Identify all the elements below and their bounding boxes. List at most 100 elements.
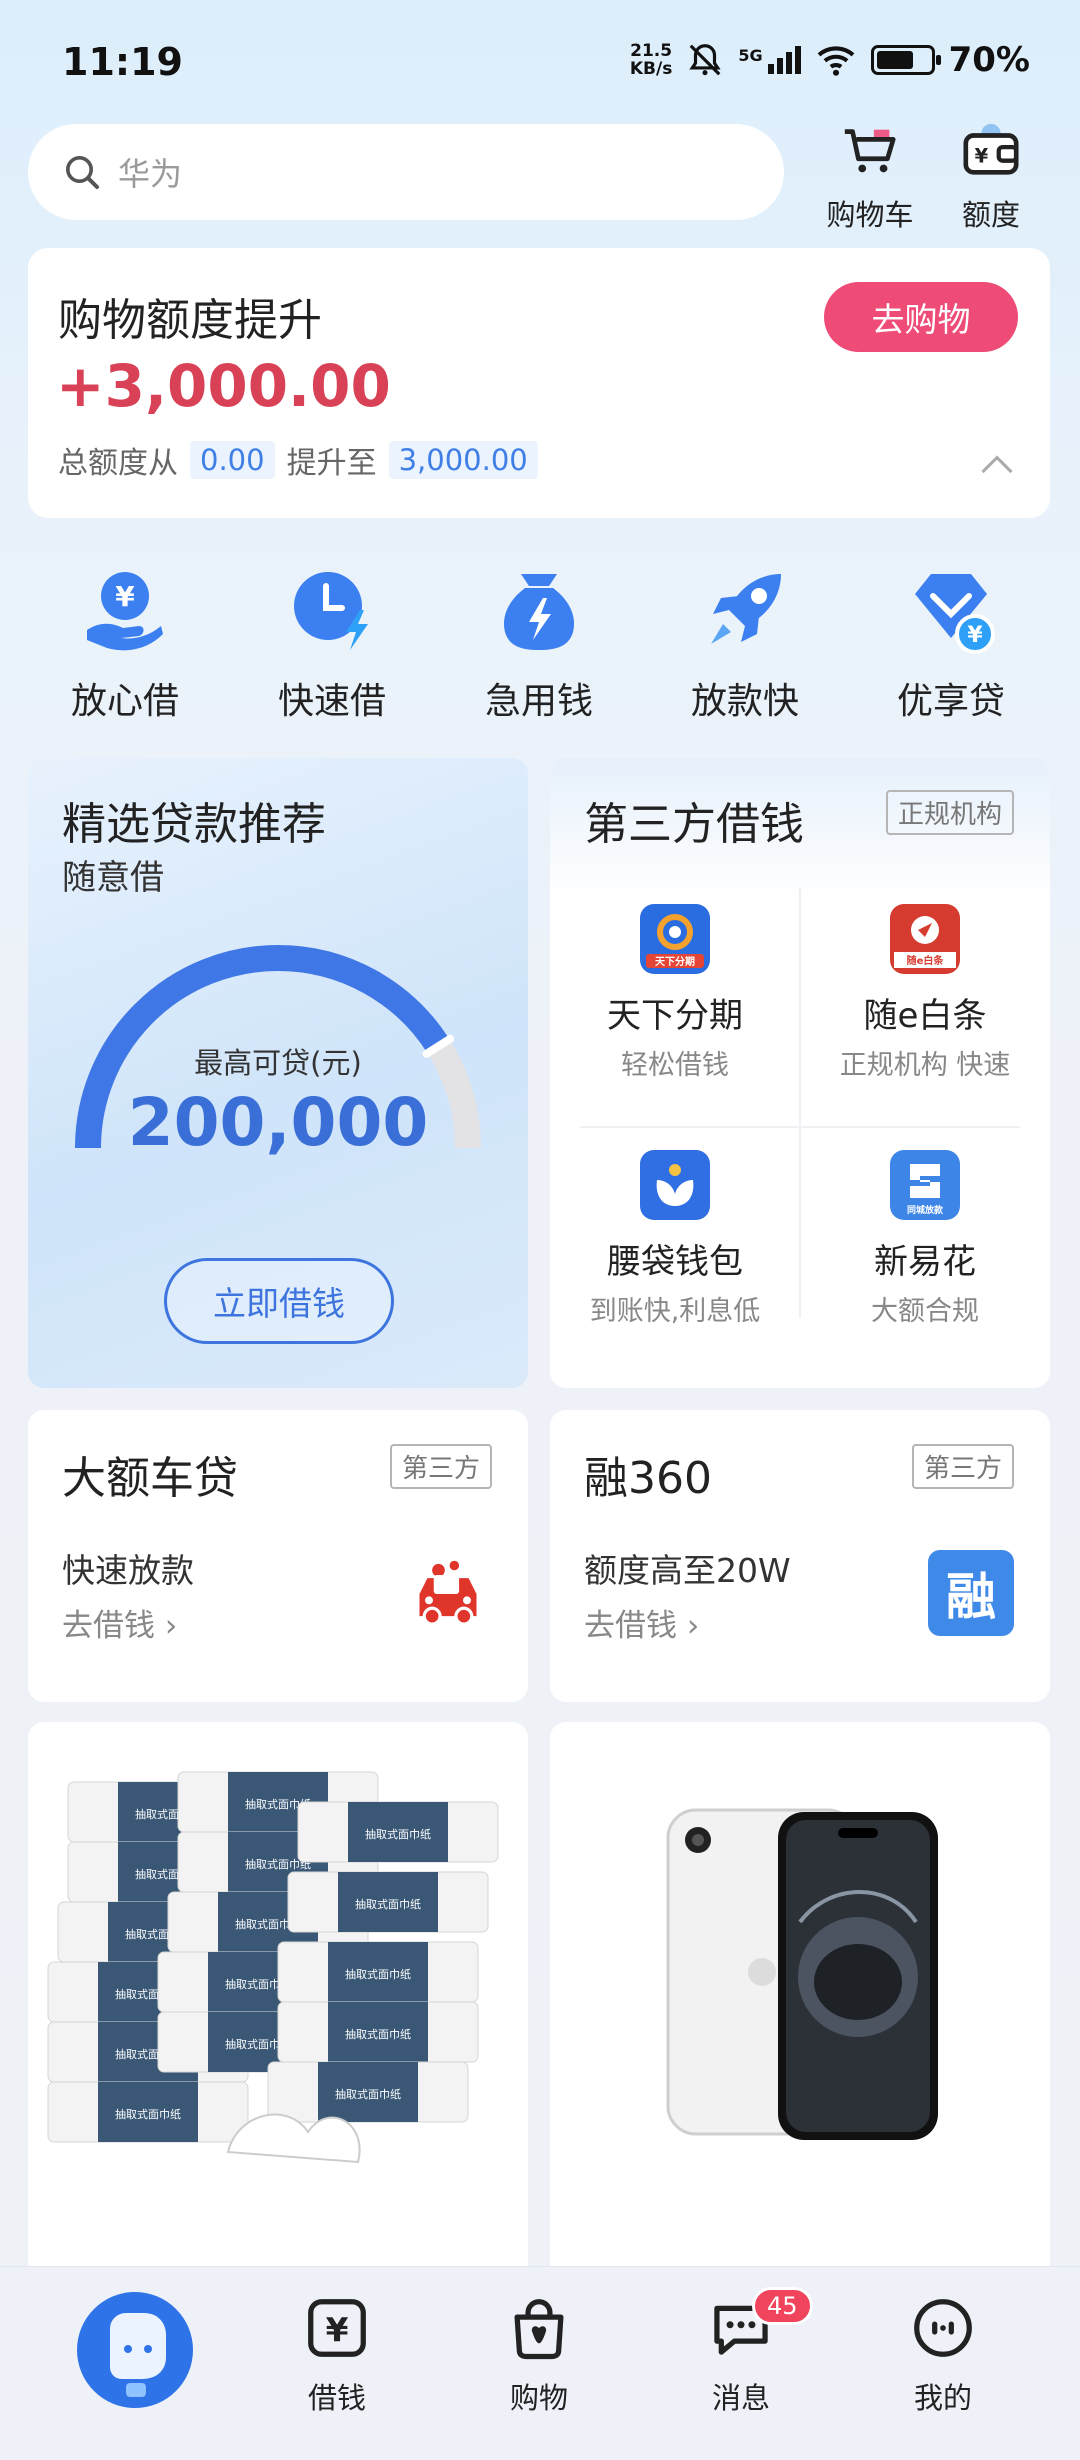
shopping-cart-icon [844,129,896,173]
featured-loan-card[interactable]: 精选贷款推荐 随意借 最高可贷(元) 200,000 立即借钱 [28,758,528,1388]
rong360-card[interactable]: 融360 第三方 额度高至20W 去借钱 › 融 [550,1410,1050,1702]
from-value: 0.00 [190,441,275,479]
quick-loan-5[interactable]: ¥ 优享贷 [876,562,1026,724]
rocket-icon [711,574,781,644]
partner-desc: 正规机构 快速 [839,1050,1011,1081]
tissue-product-card[interactable]: 抽取式面巾纸 抽取式面巾纸 抽取式面巾纸 抽取式面巾纸 抽取式面巾纸 抽取式面巾纸 抽取式面… [28,1722,528,2282]
gauge-label: 最高可贷(元) [194,1046,362,1080]
partner-name: 新易花 [874,1242,976,1282]
quick-loan-3[interactable]: 急用钱 [464,562,614,724]
svg-text:¥: ¥ [975,145,989,168]
partner-name: 天下分期 [607,996,743,1036]
xinyihua-logo-text: 同城放款 [907,1204,944,1216]
leaf-icon [656,1164,694,1206]
money-bag-bolt-icon [503,574,575,650]
credit-increase-card: 购物额度提升 +3,000.00 总额度从 0.00 提升至 3,000.00 … [28,248,1050,518]
network-speed-unit: KB/s [629,59,673,79]
credit-amount: +3,000.00 [56,352,391,420]
wifi-icon [817,46,854,76]
third-party-title: 第三方借钱 [584,799,804,850]
status-indicators: 21.5 KB/s 5G 70% [630,40,1030,80]
assistant-avatar-icon [77,2292,193,2408]
mute-bell-icon [689,44,721,76]
svg-text:¥: ¥ [967,623,983,648]
nav-shopping[interactable]: 购物 [464,2293,614,2417]
battery-percent: 70% [948,40,1030,80]
yaodai-logo-icon [640,1150,710,1220]
quick-loan-4[interactable]: 放款快 [670,562,820,724]
tissue-pack-label: 抽取式面巾纸 [335,2087,401,2101]
suie-logo-text: 随e白条 [907,954,945,967]
rong360-logo-icon: 融 [928,1550,1014,1636]
promo-desc: 快速放款 [62,1551,194,1590]
go-borrow-link[interactable]: 去借钱 › [584,1600,699,1645]
third-party-tag: 第三方 [911,1444,1014,1489]
tianxia-mark: 天下分期 [646,914,704,968]
search-input[interactable]: 华为 [118,149,182,195]
search-icon [66,156,99,189]
signal-icon: 5G [738,46,801,74]
cart-label: 购物车 [826,198,914,232]
partner-name: 腰袋钱包 [607,1242,743,1282]
nav-label: 借钱 [307,2381,366,2415]
nav-profile[interactable]: 我的 [868,2293,1018,2417]
nav-label: 消息 [711,2381,770,2415]
featured-title: 精选贷款推荐 [62,799,326,850]
clock-bolt-icon [294,572,368,650]
battery-icon [870,45,941,75]
partner-desc: 大额合规 [871,1296,979,1327]
chevron-up-icon[interactable] [981,455,1013,487]
promo-desc: 额度高至20W [584,1551,791,1590]
svg-text:¥: ¥ [326,2311,349,2349]
wallet-yuan-icon: ¥ [963,123,1019,175]
partner-desc: 轻松借钱 [621,1050,729,1081]
car-loan-icon [419,1560,477,1626]
tianxia-logo-text: 天下分期 [655,955,695,968]
suie-logo-icon: 随e白条 [890,904,960,974]
borrow-now-button[interactable]: 立即借钱 [164,1258,394,1344]
nav-borrow[interactable]: ¥ 借钱 [262,2293,412,2417]
partner-yaodai[interactable]: 腰袋钱包 到账快,利息低 [550,1150,800,1328]
tissue-pack-label: 抽取式面巾纸 [115,2107,181,2121]
to-label: 提升至 [286,446,377,481]
cart-button[interactable]: 购物车 [815,120,925,234]
go-borrow-link[interactable]: 去借钱 › [62,1600,177,1645]
partner-xinyihua[interactable]: 同城放款 新易花 大额合规 [800,1150,1050,1328]
car-loan-card[interactable]: 大额车贷 第三方 快速放款 去借钱 › [28,1410,528,1702]
search-bar[interactable]: 华为 [28,124,784,220]
status-time: 11:19 [62,40,183,84]
phone-product-card[interactable] [550,1722,1050,2282]
xinyihua-mark: 同城放款 [907,1164,944,1216]
partner-tianxia[interactable]: 天下分期 天下分期 轻松借钱 [550,904,800,1082]
smartphone-icon [666,1808,938,2140]
yuan-icon: ¥ [308,2299,366,2357]
third-party-card: 第三方借钱 正规机构 天下分期 天下分期 轻松借钱 随e白条 随e白条 正规机构… [550,758,1050,1388]
xinyihua-logo-icon: 同城放款 [890,1150,960,1220]
quick-loan-label: 放心借 [70,681,179,722]
nav-messages[interactable]: 45 消息 [666,2287,816,2417]
gauge-value: 200,000 [127,1084,429,1161]
quota-button[interactable]: ¥ 额度 [936,120,1046,234]
network-type: 5G [738,46,763,65]
from-label: 总额度从 [58,446,178,481]
divider [580,1126,1020,1128]
tissue-stack: 抽取式面巾纸抽取式面巾纸抽取式面巾纸抽取式面巾纸抽取式面巾纸抽取式面巾纸抽取式面… [47,1771,499,2143]
tianxia-logo-icon: 天下分期 [640,904,710,974]
nav-assistant[interactable] [60,2285,210,2419]
tissue-pack-label: 抽取式面巾纸 [345,2027,411,2041]
featured-subtitle: 随意借 [62,858,164,898]
promo-title: 大额车贷 [62,1453,238,1504]
quick-loan-label: 快速借 [277,681,386,722]
nav-label: 我的 [913,2381,972,2415]
go-shopping-button[interactable]: 去购物 [824,282,1018,352]
quick-loan-2[interactable]: 快速借 [257,562,407,724]
partner-suie[interactable]: 随e白条 随e白条 正规机构 快速 [800,904,1050,1082]
quick-loan-label: 放款快 [690,681,799,722]
nav-label: 购物 [509,2381,568,2415]
quota-label: 额度 [961,198,1020,232]
credit-title: 购物额度提升 [58,295,322,346]
profile-icon [914,2299,972,2357]
quick-loan-label: 优享贷 [896,681,1005,722]
network-speed: 21.5 KB/s [630,42,672,78]
quick-loan-1[interactable]: ¥ 放心借 [50,562,200,724]
